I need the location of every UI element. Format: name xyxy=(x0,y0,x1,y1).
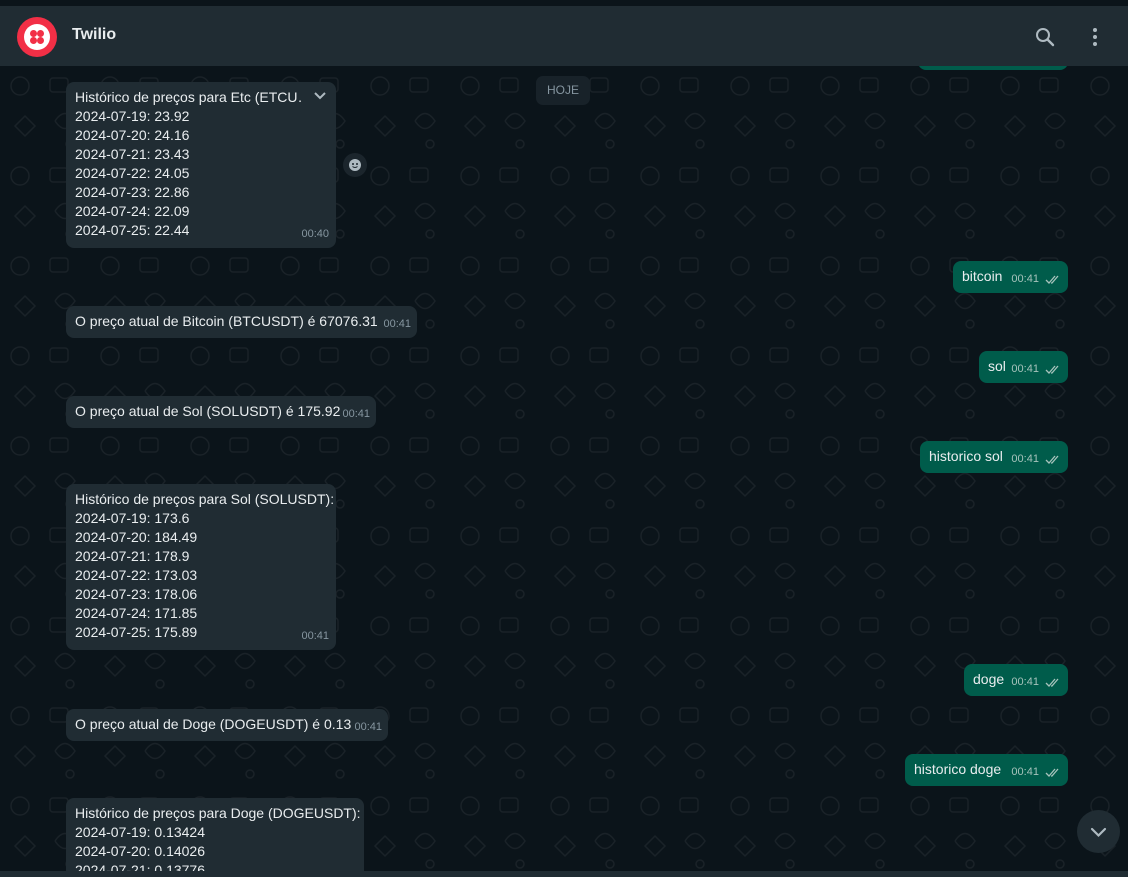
chevron-down-icon xyxy=(1090,827,1107,838)
double-check-icon xyxy=(1045,455,1059,464)
scroll-to-bottom-button[interactable] xyxy=(1077,810,1120,853)
outgoing-message-partial xyxy=(918,66,1068,70)
message-time: 00:41 xyxy=(1011,363,1039,375)
conversation-panel[interactable]: HOJE Histórico de preços para Etc (ETCU…… xyxy=(0,66,1128,877)
message-line: 2024-07-19: 23.92 xyxy=(75,108,190,124)
message-time: 00:41 xyxy=(342,408,370,420)
incoming-message[interactable]: O preço atual de Doge (DOGEUSDT) é 0.13 … xyxy=(66,709,388,741)
incoming-message[interactable]: O preço atual de Sol (SOLUSDT) é 175.92 … xyxy=(66,396,376,428)
double-check-icon xyxy=(1045,678,1059,687)
message-line: Histórico de preços para Doge (DOGEUSDT)… xyxy=(75,805,361,821)
message-line: 2024-07-22: 24.05 xyxy=(75,165,190,181)
chat-header: Twilio xyxy=(0,6,1128,66)
double-check-icon xyxy=(1045,365,1059,374)
message-time: 00:41 xyxy=(1011,273,1039,285)
message-line: 2024-07-24: 171.85 xyxy=(75,605,198,621)
message-text: bitcoin xyxy=(962,268,1003,284)
incoming-message[interactable]: Histórico de preços para Etc (ETCU… 2024… xyxy=(66,82,336,248)
message-line: Histórico de preços para Sol (SOLUSDT): xyxy=(75,491,335,507)
message-text: O preço atual de Doge (DOGEUSDT) é 0.13 xyxy=(75,716,352,732)
message-text: historico doge xyxy=(914,761,1002,777)
double-check-icon xyxy=(1045,275,1059,284)
message-line: 2024-07-21: 23.43 xyxy=(75,146,190,162)
incoming-message[interactable]: Histórico de preços para Doge (DOGEUSDT)… xyxy=(66,798,364,877)
message-line: 2024-07-23: 178.06 xyxy=(75,586,198,602)
incoming-message[interactable]: O preço atual de Bitcoin (BTCUSDT) é 670… xyxy=(66,306,417,338)
contact-name[interactable]: Twilio xyxy=(72,26,116,44)
message-line: 2024-07-20: 24.16 xyxy=(75,127,190,143)
message-text: O preço atual de Sol (SOLUSDT) é 175.92 xyxy=(75,403,341,419)
message-line: 2024-07-19: 0.13424 xyxy=(75,824,205,840)
message-line: 2024-07-24: 22.09 xyxy=(75,203,190,219)
message-line: 2024-07-23: 22.86 xyxy=(75,184,190,200)
composer-edge xyxy=(0,871,1128,877)
message-time: 00:41 xyxy=(354,721,382,733)
date-divider: HOJE xyxy=(536,76,590,105)
message-time: 00:41 xyxy=(1011,766,1039,778)
message-line: 2024-07-21: 178.9 xyxy=(75,548,190,564)
message-line: Histórico de preços para Etc (ETCU… xyxy=(75,89,303,105)
twilio-logo-icon xyxy=(24,24,50,50)
double-check-icon xyxy=(1045,768,1059,777)
outgoing-message[interactable]: bitcoin 00:41 xyxy=(953,261,1068,293)
message-line: 2024-07-22: 173.03 xyxy=(75,567,198,583)
outgoing-message[interactable]: sol 00:41 xyxy=(979,351,1068,383)
message-text: doge xyxy=(973,671,1005,687)
message-line: 2024-07-19: 173.6 xyxy=(75,510,190,526)
search-icon[interactable] xyxy=(1033,25,1057,49)
outgoing-message[interactable]: historico sol 00:41 xyxy=(920,441,1068,473)
message-time: 00:41 xyxy=(301,630,329,642)
message-time: 00:41 xyxy=(1011,676,1039,688)
message-time: 00:40 xyxy=(301,228,329,240)
message-line: 2024-07-25: 22.44 xyxy=(75,222,190,238)
message-time: 00:41 xyxy=(1011,453,1039,465)
message-text: historico sol xyxy=(929,448,1003,464)
message-line: 2024-07-20: 184.49 xyxy=(75,529,198,545)
contact-avatar[interactable] xyxy=(17,17,57,57)
message-text: sol xyxy=(988,358,1006,374)
message-line: 2024-07-20: 0.14026 xyxy=(75,843,205,859)
chevron-down-icon[interactable] xyxy=(312,88,328,104)
message-text: O preço atual de Bitcoin (BTCUSDT) é 670… xyxy=(75,313,378,329)
outgoing-message[interactable]: historico doge 00:41 xyxy=(905,754,1068,786)
kebab-menu-icon[interactable] xyxy=(1083,25,1107,49)
message-line: 2024-07-25: 175.89 xyxy=(75,624,198,640)
outgoing-message[interactable]: doge 00:41 xyxy=(964,664,1068,696)
react-emoji-icon[interactable] xyxy=(343,153,367,177)
message-time: 00:41 xyxy=(383,318,411,330)
incoming-message[interactable]: Histórico de preços para Sol (SOLUSDT): … xyxy=(66,484,336,650)
